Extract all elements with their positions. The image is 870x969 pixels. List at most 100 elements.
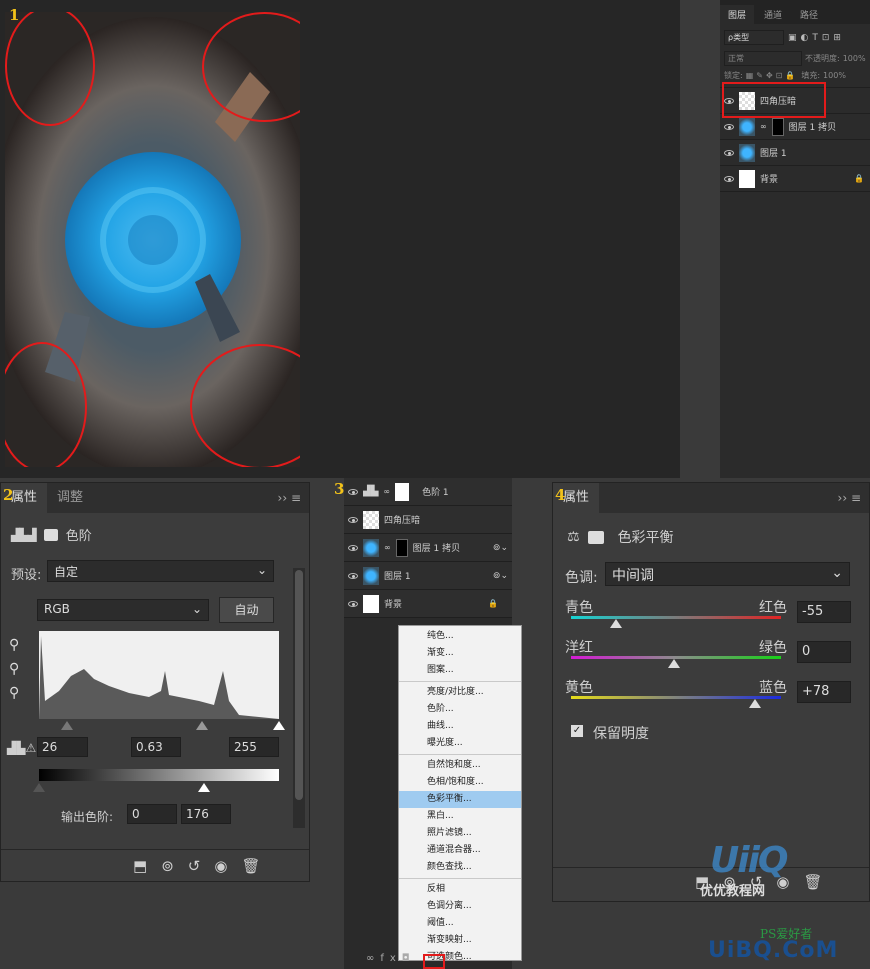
menu-item[interactable]: 亮度/对比度... — [399, 684, 521, 701]
layer-row[interactable]: 背景 🔒 — [720, 166, 870, 192]
tone-select[interactable]: 中间调 ⌄ — [605, 562, 850, 586]
cyan-label: 青色 — [565, 600, 593, 616]
menu-item[interactable]: 反相 — [399, 881, 521, 898]
clipping-icon: ▟▙⚠ — [7, 741, 37, 755]
eye-icon[interactable] — [348, 572, 358, 579]
menu-item[interactable]: 渐变... — [399, 645, 521, 662]
scrollbar[interactable] — [293, 568, 305, 828]
menu-item-selected[interactable]: 色彩平衡... — [399, 791, 521, 808]
menu-item[interactable]: 照片滤镜... — [399, 825, 521, 842]
eye-icon[interactable] — [348, 544, 358, 551]
magenta-green-field[interactable]: 0 — [797, 641, 851, 663]
panel-title: 色阶 — [65, 529, 92, 544]
tab-channels[interactable]: 通道 — [756, 5, 790, 24]
layer-filter-select[interactable]: ρ类型 — [724, 30, 784, 45]
lock-icons[interactable]: ▦✎✥⊡🔒 — [746, 71, 799, 80]
levels-icon: ▟▙ — [363, 486, 379, 497]
visibility-icon[interactable]: ◉ — [214, 857, 227, 875]
preserve-luminosity-checkbox[interactable]: ✓ — [571, 725, 583, 737]
menu-item[interactable]: 通道混合器... — [399, 842, 521, 859]
histogram — [39, 631, 279, 719]
menu-item[interactable]: 可选颜色... — [399, 949, 521, 966]
eyedropper-icons[interactable]: ⚲ ⚲ ⚲ — [9, 633, 19, 705]
eye-icon[interactable] — [348, 488, 358, 495]
layers-footer-icons[interactable]: ∞fx◘ — [366, 953, 416, 964]
view-previous-icon[interactable]: ⊚ — [161, 857, 174, 875]
preset-select[interactable]: 自定 ⌄ — [47, 560, 274, 582]
tiny-planet-photo — [5, 12, 300, 467]
menu-item[interactable]: 色阶... — [399, 701, 521, 718]
reset-icon[interactable]: ↺ — [188, 857, 201, 875]
layer-thumbnail — [363, 538, 379, 557]
eye-icon[interactable] — [348, 600, 358, 607]
levels-properties-panel: 属性 调整 ›› ≡ ▟▙▟ 色阶 预设: 自定 ⌄ RGB ⌄ 自动 ⚲ ⚲ ⚲ ▟▙… — [0, 482, 310, 882]
layer-thumbnail — [739, 117, 755, 136]
fill-value[interactable]: 100% — [823, 71, 846, 80]
layers-panel: 图层 通道 路径 ρ类型 ▣◐T⊡⊞ 正常 不透明度: 100% 锁定: ▦✎✥… — [720, 0, 870, 478]
mask-icon[interactable] — [587, 530, 604, 544]
eye-icon[interactable] — [724, 149, 734, 156]
input-gamma-field[interactable]: 0.63 — [131, 737, 181, 757]
panel-menu-icon[interactable]: ›› ≡ — [278, 491, 309, 505]
layer-row[interactable]: ▟▙ ∞ 色阶 1 — [344, 478, 512, 506]
filter-icons[interactable]: ▣◐T⊡⊞ — [788, 33, 845, 43]
cyan-red-track[interactable] — [571, 616, 781, 619]
yellow-label: 黄色 — [565, 680, 593, 696]
layers-list: ▟▙ ∞ 色阶 1 四角压暗 ∞ 图层 1 拷贝 ⊚⌄ 图层 1 ⊚⌄ 背景 🔒 — [344, 478, 512, 618]
menu-item[interactable]: 黑白... — [399, 808, 521, 825]
tab-layers[interactable]: 图层 — [720, 5, 755, 24]
menu-item[interactable]: 色相/饱和度... — [399, 774, 521, 791]
layer-row[interactable]: 四角压暗 — [344, 506, 512, 534]
output-gradient — [39, 769, 279, 781]
opacity-label: 不透明度: — [805, 54, 840, 63]
watermark-site: UiBQ.CoM — [708, 938, 839, 963]
adjustment-layer-menu[interactable]: 纯色... 渐变... 图案... 亮度/对比度... 色阶... 曲线... … — [398, 625, 522, 962]
step-number: 4 — [555, 486, 566, 504]
menu-item[interactable]: 色调分离... — [399, 898, 521, 915]
clip-to-layer-icon[interactable]: ⬒ — [133, 857, 147, 875]
cyan-red-field[interactable]: -55 — [797, 601, 851, 623]
menu-item[interactable]: 纯色... — [399, 628, 521, 645]
delete-icon[interactable]: 🗑 — [241, 857, 260, 875]
layer-row[interactable]: ∞ 图层 1 拷贝 ⊚⌄ — [344, 534, 512, 562]
smart-filter-icon: ⊚⌄ — [492, 542, 508, 553]
color-balance-panel: 属性 ›› ≡ ⚖ 色彩平衡 色调: 中间调 ⌄ 青色 红色 -55 洋红 绿色 … — [552, 482, 870, 902]
watermark: UiiQ 优优教程网 PS爱好者 UiBQ.CoM — [700, 840, 870, 965]
tab-paths[interactable]: 路径 — [792, 5, 826, 24]
menu-item[interactable]: 颜色查找... — [399, 859, 521, 876]
eye-icon[interactable] — [724, 175, 734, 182]
menu-item[interactable]: 自然饱和度... — [399, 757, 521, 774]
layer-thumbnail — [739, 169, 755, 188]
input-white-field[interactable]: 255 — [229, 737, 279, 757]
layer-mask-thumbnail — [395, 482, 410, 501]
layer-name: 图层 1 拷贝 — [788, 123, 837, 133]
eye-icon[interactable] — [724, 123, 734, 130]
input-black-field[interactable]: 26 — [37, 737, 88, 757]
tab-adjustments[interactable]: 调整 — [47, 483, 93, 513]
menu-item[interactable]: 阈值... — [399, 915, 521, 932]
blue-label: 蓝色 — [759, 680, 787, 696]
menu-item[interactable]: 渐变映射... — [399, 932, 521, 949]
layer-mask-thumbnail — [771, 117, 784, 136]
magenta-label: 洋红 — [565, 640, 593, 656]
blend-mode-select[interactable]: 正常 — [724, 51, 802, 66]
highlight-box — [722, 82, 826, 118]
panel-menu-icon[interactable]: ›› ≡ — [838, 491, 869, 505]
document-canvas[interactable]: 1 — [0, 0, 680, 478]
eye-icon[interactable] — [348, 516, 358, 523]
menu-item[interactable]: 曝光度... — [399, 735, 521, 752]
output-black-field[interactable]: 0 — [127, 804, 177, 824]
output-white-field[interactable]: 176 — [181, 804, 231, 824]
layer-row[interactable]: 图层 1 — [720, 140, 870, 166]
opacity-value[interactable]: 100% — [843, 54, 866, 63]
yellow-blue-field[interactable]: +78 — [797, 681, 851, 703]
levels-icon: ▟▙▟ — [11, 527, 37, 542]
layer-row[interactable]: 图层 1 ⊚⌄ — [344, 562, 512, 590]
auto-button[interactable]: 自动 — [219, 597, 274, 623]
menu-item[interactable]: 曲线... — [399, 718, 521, 735]
menu-item[interactable]: 图案... — [399, 662, 521, 679]
mask-icon[interactable] — [43, 528, 58, 541]
lock-label: 锁定: — [724, 71, 743, 80]
channel-select[interactable]: RGB ⌄ — [37, 599, 209, 621]
layer-row[interactable]: 背景 🔒 — [344, 590, 512, 618]
